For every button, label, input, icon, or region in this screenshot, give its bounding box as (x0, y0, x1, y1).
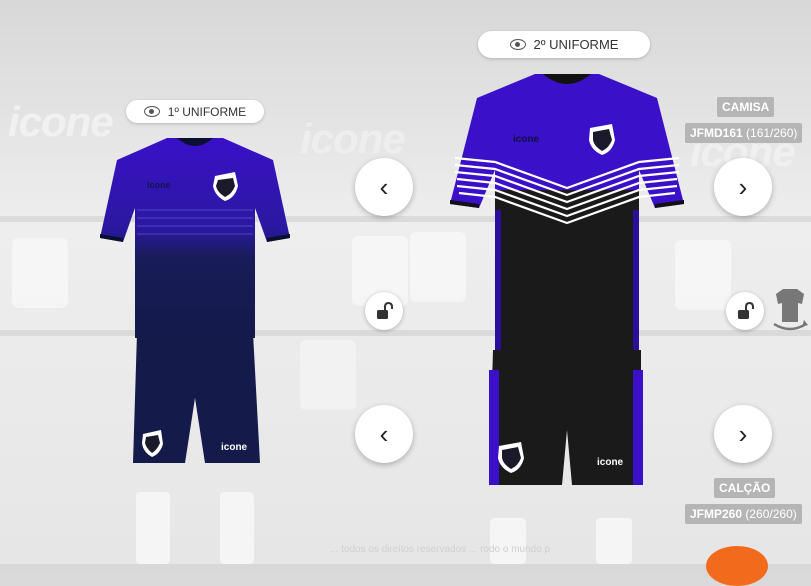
footer-text: ... todos os direitos reservados ... rod… (330, 544, 551, 555)
shorts-code: JFMP260 (690, 507, 743, 521)
svg-text:icone: icone (597, 457, 624, 468)
kit1-sock (220, 492, 254, 564)
kit2-label: 2º UNIFORME (533, 37, 619, 52)
lock-kit1-button[interactable] (365, 292, 403, 330)
shorts-next-button[interactable]: › (714, 405, 772, 463)
eye-icon (509, 39, 526, 50)
shirt-title: CAMISA (717, 97, 775, 117)
shirt-next-button[interactable]: › (714, 158, 772, 216)
bg-logo: icone (300, 115, 406, 162)
shirt-prev-button[interactable]: ‹ (355, 158, 413, 216)
unlock-icon (377, 301, 393, 319)
shorts-count: (260/260) (745, 507, 797, 521)
kit1-uniform: icone icone (100, 138, 290, 463)
shirt-code: JFMD161 (690, 126, 743, 140)
lock-kit2-button[interactable] (726, 292, 764, 330)
kit1-label: 1º UNIFORME (167, 104, 247, 119)
kit2-uniform: icone icone (450, 74, 684, 485)
chevron-right-icon: › (738, 171, 748, 202)
kit1-shirt (100, 138, 290, 338)
chevron-left-icon: ‹ (379, 171, 389, 202)
svg-text:icone: icone (221, 442, 248, 453)
kit2-sock (596, 518, 632, 564)
chevron-right-icon: › (738, 418, 748, 449)
chat-button[interactable] (706, 546, 768, 586)
kit2-sock (490, 518, 526, 564)
unlock-icon (738, 301, 754, 319)
shorts-title: CALÇÃO (714, 478, 776, 498)
eye-icon (143, 106, 160, 117)
kit1-label-pill[interactable]: 1º UNIFORME (126, 100, 264, 123)
shirt-code-tag: JFMD161 (161/260) (685, 123, 803, 143)
kit1-sock (136, 492, 170, 564)
svg-text:icone: icone (147, 180, 171, 190)
kit2-label-pill[interactable]: 2º UNIFORME (478, 31, 650, 58)
shorts-code-tag: JFMP260 (260/260) (685, 504, 802, 524)
shirt-count: (161/260) (746, 126, 798, 140)
shorts-prev-button[interactable]: ‹ (355, 405, 413, 463)
chevron-left-icon: ‹ (379, 418, 389, 449)
svg-text:icone: icone (513, 134, 540, 145)
rotate-shirt-icon[interactable] (770, 286, 810, 336)
